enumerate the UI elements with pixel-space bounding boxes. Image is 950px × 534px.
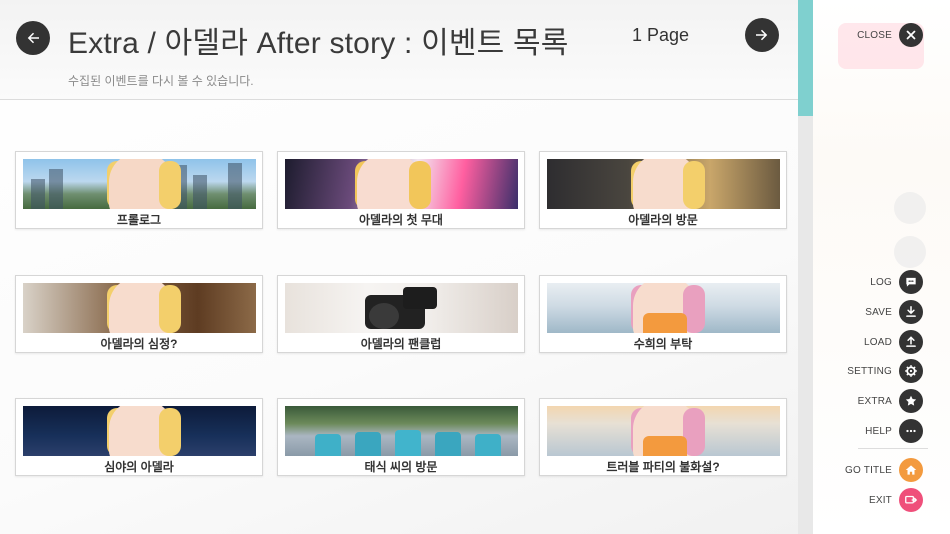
- event-title: 아델라의 방문: [628, 213, 698, 227]
- log-button[interactable]: LOG: [870, 270, 923, 294]
- arrow-right-icon: [756, 29, 768, 41]
- exit-button[interactable]: EXIT: [869, 488, 923, 512]
- page-indicator: 1 Page: [632, 25, 690, 45]
- gear-icon: [899, 359, 923, 383]
- menu-label: GO TITLE: [845, 464, 892, 476]
- menu-divider: [858, 448, 928, 449]
- exit-icon: [899, 488, 923, 512]
- event-title: 아델라의 첫 무대: [359, 213, 443, 227]
- back-button[interactable]: [16, 21, 50, 55]
- event-thumbnail: [547, 283, 780, 333]
- event-card[interactable]: 아델라의 방문: [539, 151, 787, 229]
- event-thumbnail: [285, 283, 518, 333]
- menu-label: LOAD: [863, 336, 892, 348]
- event-card[interactable]: 아델라의 심정?: [15, 275, 263, 353]
- event-title: 아델라의 팬클럽: [360, 337, 442, 351]
- menu-label: EXTRA: [857, 395, 892, 407]
- home-icon: [899, 458, 923, 482]
- more-icon: [899, 419, 923, 443]
- event-thumbnail: [23, 159, 256, 209]
- scrollbar[interactable]: [798, 0, 813, 534]
- upload-icon: [899, 330, 923, 354]
- event-grid: 프롤로그 아델라의 첫 무대 아델라의 방문 아델라의 심정? 아델라의 팬클럽…: [15, 151, 787, 477]
- event-title: 심야의 아델라: [104, 460, 174, 474]
- setting-button[interactable]: SETTING: [847, 359, 923, 383]
- event-card[interactable]: 아델라의 첫 무대: [277, 151, 525, 229]
- menu-label: SETTING: [847, 365, 892, 377]
- event-card[interactable]: 트러블 파티의 불화설?: [539, 398, 787, 476]
- close-icon: [899, 23, 923, 47]
- event-title: 수희의 부탁: [633, 337, 693, 351]
- event-card[interactable]: 심야의 아델라: [15, 398, 263, 476]
- load-button[interactable]: LOAD: [864, 330, 923, 354]
- download-icon: [899, 300, 923, 324]
- event-card[interactable]: 수희의 부탁: [539, 275, 787, 353]
- menu-label: HELP: [865, 425, 892, 437]
- close-label: CLOSE: [857, 29, 892, 41]
- event-thumbnail: [285, 159, 518, 209]
- extra-button[interactable]: EXTRA: [858, 389, 923, 413]
- main-panel: Extra / 아델라 After story : 이벤트 목록 1 Page …: [0, 0, 798, 534]
- menu-label: EXIT: [868, 494, 892, 506]
- event-card[interactable]: 프롤로그: [15, 151, 263, 229]
- event-title: 태식 씨의 방문: [364, 460, 438, 474]
- next-page-button[interactable]: [745, 18, 779, 52]
- go-title-button[interactable]: GO TITLE: [845, 458, 923, 482]
- event-thumbnail: [547, 159, 780, 209]
- event-thumbnail: [23, 283, 256, 333]
- event-card[interactable]: 태식 씨의 방문: [277, 398, 525, 476]
- header: Extra / 아델라 After story : 이벤트 목록 1 Page …: [0, 0, 798, 100]
- page-title: Extra / 아델라 After story : 이벤트 목록: [68, 27, 569, 60]
- menu-label: SAVE: [865, 306, 892, 318]
- background-decoration: [894, 192, 926, 224]
- event-thumbnail: [547, 406, 780, 456]
- event-card[interactable]: 아델라의 팬클럽: [277, 275, 525, 353]
- save-button[interactable]: SAVE: [865, 300, 923, 324]
- event-title: 트러블 파티의 불화설?: [606, 460, 720, 474]
- help-button[interactable]: HELP: [865, 419, 923, 443]
- event-title: 아델라의 심정?: [100, 337, 178, 351]
- side-menu: [813, 0, 950, 534]
- page-subtitle: 수집된 이벤트를 다시 볼 수 있습니다.: [68, 74, 254, 88]
- chat-icon: [899, 270, 923, 294]
- background-decoration: [894, 236, 926, 268]
- menu-label: LOG: [870, 276, 892, 288]
- star-icon: [899, 389, 923, 413]
- arrow-left-icon: [27, 32, 39, 44]
- close-button[interactable]: CLOSE: [857, 23, 923, 47]
- scrollbar-thumb[interactable]: [798, 0, 813, 116]
- event-thumbnail: [23, 406, 256, 456]
- event-thumbnail: [285, 406, 518, 456]
- event-title: 프롤로그: [116, 213, 162, 227]
